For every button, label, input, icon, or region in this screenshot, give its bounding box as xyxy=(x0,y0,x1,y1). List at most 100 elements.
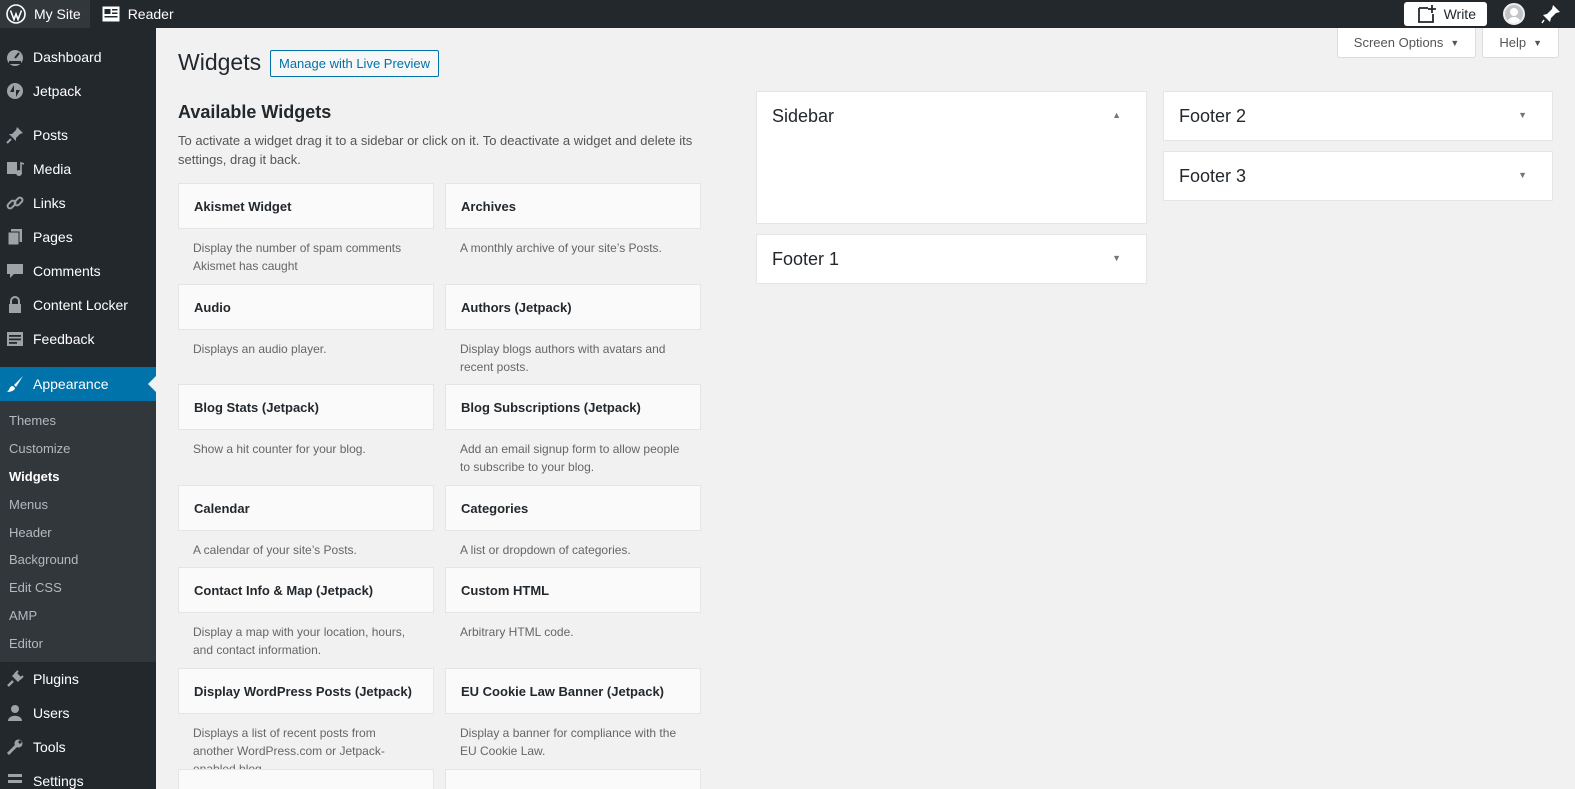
submenu-item-widgets[interactable]: Widgets xyxy=(0,463,156,491)
sidebar-item-pages[interactable]: Pages xyxy=(0,220,156,254)
widget-description: Arbitrary HTML code. xyxy=(460,625,574,639)
widget-area-header[interactable]: Footer 3 ▼ xyxy=(1164,152,1552,200)
my-site-link[interactable]: My Site xyxy=(0,0,90,28)
widget-title[interactable]: Authors (Jetpack) xyxy=(445,284,701,330)
widget-audio[interactable]: Audio Displays an audio player. xyxy=(178,284,434,358)
submenu-item-edit-css[interactable]: Edit CSS xyxy=(0,574,156,602)
widget-blog-subscriptions[interactable]: Blog Subscriptions (Jetpack) Add an emai… xyxy=(445,384,701,476)
sidebar-item-tools[interactable]: Tools xyxy=(0,730,156,764)
widget-description: Show a hit counter for your blog. xyxy=(193,442,366,456)
widget-area-footer-3[interactable]: Footer 3 ▼ xyxy=(1163,151,1553,201)
screen-meta-links: Screen Options ▼ Help ▼ xyxy=(1336,28,1575,58)
widget-calendar[interactable]: Calendar A calendar of your site’s Posts… xyxy=(178,485,434,559)
sidebar-item-feedback[interactable]: Feedback xyxy=(0,322,156,356)
widget-description: A calendar of your site’s Posts. xyxy=(193,543,357,557)
notifications-bell-icon[interactable] xyxy=(1541,4,1561,24)
widget-title[interactable]: Categories xyxy=(445,485,701,531)
sidebar-item-label: Pages xyxy=(33,229,73,245)
widget-area-header[interactable]: Footer 1 ▼ xyxy=(757,235,1146,283)
submenu-item-amp[interactable]: AMP xyxy=(0,602,156,630)
expand-arrow-icon[interactable]: ▼ xyxy=(1518,110,1527,120)
submenu-item-themes[interactable]: Themes xyxy=(0,407,156,435)
sidebar-item-dashboard[interactable]: Dashboard xyxy=(0,40,156,74)
user-avatar[interactable] xyxy=(1503,3,1525,25)
sidebar-item-label: Users xyxy=(33,705,70,722)
widget-partial[interactable] xyxy=(178,769,434,789)
widget-contact-info[interactable]: Contact Info & Map (Jetpack) Display a m… xyxy=(178,567,434,659)
widget-title[interactable]: Blog Stats (Jetpack) xyxy=(178,384,434,430)
expand-arrow-icon[interactable]: ▼ xyxy=(1518,170,1527,180)
collapse-arrow-icon[interactable]: ▲ xyxy=(1112,110,1121,120)
plugin-icon xyxy=(6,670,24,688)
sidebar-item-users[interactable]: Users xyxy=(0,696,156,730)
sidebar-item-label: Plugins xyxy=(33,671,79,688)
widget-title[interactable]: Custom HTML xyxy=(445,567,701,613)
media-icon xyxy=(6,160,24,178)
widget-area-header[interactable]: Footer 2 ▼ xyxy=(1164,92,1552,140)
my-site-label: My Site xyxy=(34,6,81,22)
sidebar-item-label: Jetpack xyxy=(33,83,82,99)
sidebar-item-posts[interactable]: Posts xyxy=(0,118,156,152)
submenu-item-editor[interactable]: Editor xyxy=(0,629,156,657)
settings-icon xyxy=(6,772,24,789)
write-label: Write xyxy=(1443,6,1476,22)
widget-area-footer-1[interactable]: Footer 1 ▼ xyxy=(756,234,1147,284)
widget-custom-html[interactable]: Custom HTML Arbitrary HTML code. xyxy=(445,567,701,641)
reader-icon xyxy=(102,6,120,22)
widget-title[interactable]: Audio xyxy=(178,284,434,330)
sidebar-item-appearance[interactable]: Appearance xyxy=(0,367,156,401)
lock-icon xyxy=(6,296,24,314)
submenu-item-background[interactable]: Background xyxy=(0,546,156,574)
widget-title[interactable]: Calendar xyxy=(178,485,434,531)
comment-icon xyxy=(6,262,24,280)
sidebar-item-comments[interactable]: Comments xyxy=(0,254,156,288)
sidebar-item-plugins[interactable]: Plugins xyxy=(0,662,156,696)
help-button[interactable]: Help ▼ xyxy=(1482,28,1559,58)
submenu-item-header[interactable]: Header xyxy=(0,518,156,546)
manage-live-preview-button[interactable]: Manage with Live Preview xyxy=(270,50,440,77)
widget-description: Display the number of spam comments Akis… xyxy=(193,241,402,273)
reader-link[interactable]: Reader xyxy=(90,0,182,28)
widget-akismet[interactable]: Akismet Widget Display the number of spa… xyxy=(178,183,434,275)
widget-title[interactable]: Blog Subscriptions (Jetpack) xyxy=(445,384,701,430)
jetpack-icon xyxy=(6,82,24,100)
widget-title[interactable]: Archives xyxy=(445,183,701,229)
write-button[interactable]: Write xyxy=(1403,2,1487,26)
widget-categories[interactable]: Categories A list or dropdown of categor… xyxy=(445,485,701,559)
widget-title[interactable] xyxy=(445,769,701,789)
user-icon xyxy=(6,704,24,722)
sidebar-item-links[interactable]: Links xyxy=(0,186,156,220)
widget-title[interactable]: EU Cookie Law Banner (Jetpack) xyxy=(445,668,701,714)
submenu-item-customize[interactable]: Customize xyxy=(0,435,156,463)
widget-partial[interactable] xyxy=(445,769,701,789)
submenu-item-menus[interactable]: Menus xyxy=(0,490,156,518)
widget-title[interactable] xyxy=(178,769,434,789)
screen-options-label: Screen Options xyxy=(1353,35,1444,50)
main-content: Screen Options ▼ Help ▼ Widgets Manage w… xyxy=(156,28,1575,789)
widget-authors[interactable]: Authors (Jetpack) Display blogs authors … xyxy=(445,284,701,376)
widget-area-header[interactable]: Sidebar ▲ xyxy=(757,92,1146,140)
widget-area-footer-2[interactable]: Footer 2 ▼ xyxy=(1163,91,1553,141)
sidebar-item-content-locker[interactable]: Content Locker xyxy=(0,288,156,322)
widget-display-wordpress-posts[interactable]: Display WordPress Posts (Jetpack) Displa… xyxy=(178,668,434,778)
widget-area-title: Footer 2 xyxy=(1179,105,1247,126)
sidebar-item-label: Appearance xyxy=(33,376,109,392)
widget-title[interactable]: Display WordPress Posts (Jetpack) xyxy=(178,668,434,714)
expand-arrow-icon[interactable]: ▼ xyxy=(1112,253,1121,263)
widget-eu-cookie-law[interactable]: EU Cookie Law Banner (Jetpack) Display a… xyxy=(445,668,701,760)
widget-blog-stats[interactable]: Blog Stats (Jetpack) Show a hit counter … xyxy=(178,384,434,458)
sidebar-item-label: Settings xyxy=(33,773,84,789)
page-title: Widgets xyxy=(178,49,262,75)
appearance-submenu: Themes Customize Widgets Menus Header Ba… xyxy=(0,401,156,663)
widget-title[interactable]: Contact Info & Map (Jetpack) xyxy=(178,567,434,613)
sidebar-item-settings[interactable]: Settings xyxy=(0,764,156,789)
new-post-icon xyxy=(1417,5,1436,23)
screen-options-button[interactable]: Screen Options ▼ xyxy=(1336,28,1477,58)
sidebar-item-media[interactable]: Media xyxy=(0,152,156,186)
sidebar-item-jetpack[interactable]: Jetpack xyxy=(0,74,156,108)
widget-title[interactable]: Akismet Widget xyxy=(178,183,434,229)
sidebar-item-label: Comments xyxy=(33,263,101,279)
widget-archives[interactable]: Archives A monthly archive of your site’… xyxy=(445,183,701,257)
admin-bar: My Site Reader Write xyxy=(0,0,1575,28)
widget-area-sidebar[interactable]: Sidebar ▲ xyxy=(756,91,1147,224)
